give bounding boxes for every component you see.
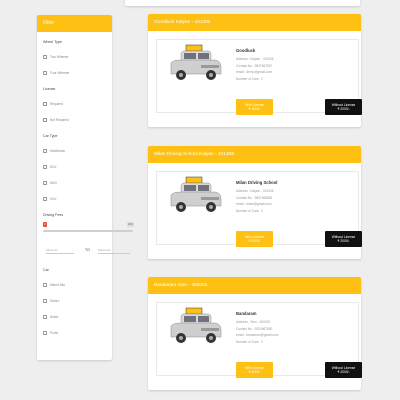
fees-range-min-handle[interactable]: 0 <box>43 222 47 227</box>
listing-info: Goodluck Address : Kalyan - 421306 Conta… <box>236 48 356 83</box>
school-name: Milan Driving School <box>236 180 278 185</box>
car-type-title: Car Type <box>43 134 58 138</box>
taxi-car-icon <box>170 307 222 343</box>
filter-panel: Filter Wheel Type Two Wheeler Four Wheel… <box>37 15 112 360</box>
contact-text: Contact No : 9837567547 <box>236 63 273 68</box>
listing-body: Bandaram Address : Sion - 400022 Contact… <box>156 302 362 378</box>
contact-text: Contact No : 9837568818 <box>236 195 273 200</box>
driving-fees-title: Driving Fees <box>43 213 64 217</box>
contact-text: Contact No : 9324567890 <box>236 326 273 331</box>
with-license-button[interactable]: With License ₹ 3000/- <box>236 362 273 378</box>
listing-info: Milan Driving School Address : Kalyan - … <box>236 180 356 215</box>
license-option-not-required[interactable]: Not Required <box>43 118 69 122</box>
listing-header: Goodluck Kalyan - 421306 <box>148 14 361 31</box>
car-option-nokia[interactable]: Nokia <box>43 315 58 319</box>
fees-max-input[interactable]: Maximum <box>98 246 130 254</box>
without-license-button[interactable]: Without License ₹ 2000/- <box>325 99 362 115</box>
listing-card: Milan Driving School Kalyan - 421306 Mil… <box>148 146 362 259</box>
license-title: License <box>43 87 56 91</box>
checkbox-icon[interactable] <box>43 315 47 319</box>
car-type-option-hatchback[interactable]: Hatchback <box>43 149 65 153</box>
checkbox-icon[interactable] <box>43 149 47 153</box>
school-name: Goodluck <box>236 48 256 53</box>
car-option-punto[interactable]: Punto <box>43 331 58 335</box>
checkbox-icon[interactable] <box>43 165 47 169</box>
email-text: email : demo@gmail.com <box>236 70 273 75</box>
wheel-option-four[interactable]: Four Wheeler <box>43 71 69 75</box>
fees-range-track[interactable] <box>43 230 133 232</box>
cars-count-text: Number of Cars : 3 <box>236 208 263 213</box>
cars-count-text: Number of Cars : 2 <box>236 339 263 344</box>
previous-card-edge <box>125 0 360 6</box>
without-license-button[interactable]: Without License ₹ 2000/- <box>325 362 362 378</box>
car-type-option-suv[interactable]: SUV <box>43 165 57 169</box>
taxi-car-icon <box>170 44 222 80</box>
listing-info: Bandaram Address : Sion - 400022 Contact… <box>236 311 356 346</box>
car-option-santro[interactable]: Santro <box>43 299 59 303</box>
car-type-option-xuv[interactable]: XUV <box>43 197 57 201</box>
email-text: email : bandaram@gmail.com <box>236 333 279 338</box>
checkbox-icon[interactable] <box>43 55 47 59</box>
with-license-button[interactable]: With License ₹ 3000/- <box>236 99 273 115</box>
license-option-required[interactable]: Required <box>43 102 63 106</box>
listing-card: Goodluck Kalyan - 421306 Goodluck Addres… <box>148 14 362 127</box>
listing-header: Bandaram Sion - 400022 <box>148 277 361 294</box>
without-license-button[interactable]: Without License ₹ 2000/- <box>325 231 362 247</box>
fees-min-input[interactable]: Minimum <box>46 246 74 254</box>
address-text: Address : Sion - 400022 <box>236 320 271 324</box>
checkbox-icon[interactable] <box>43 299 47 303</box>
checkbox-icon[interactable] <box>43 71 47 75</box>
checkbox-icon[interactable] <box>43 331 47 335</box>
checkbox-icon[interactable] <box>43 102 47 106</box>
checkbox-icon[interactable] <box>43 283 47 287</box>
checkbox-icon[interactable] <box>43 118 47 122</box>
listing-body: Milan Driving School Address : Kalyan - … <box>156 171 362 247</box>
cars-count-text: Number of Cars : 2 <box>236 76 263 81</box>
address-text: Address : Kalyan - 421306 <box>236 189 274 193</box>
car-option-maruti-alto[interactable]: Maruti Alto <box>43 283 65 287</box>
listing-header: Milan Driving School Kalyan - 421306 <box>148 146 361 163</box>
checkbox-icon[interactable] <box>43 197 47 201</box>
fees-to-label: TO <box>85 248 90 252</box>
listing-card: Bandaram Sion - 400022 Bandaram Address … <box>148 277 362 390</box>
car-type-option-muv[interactable]: MUV <box>43 181 57 185</box>
wheel-option-two[interactable]: Two Wheeler <box>43 55 69 59</box>
car-title: Car <box>43 268 49 272</box>
address-text: Address : Kalyan - 421306 <box>236 57 274 61</box>
listing-body: Goodluck Address : Kalyan - 421306 Conta… <box>156 39 362 115</box>
wheel-type-title: Wheel Type <box>43 40 62 44</box>
taxi-car-icon <box>170 176 222 212</box>
filter-title: Filter <box>37 15 112 32</box>
fees-range-max-handle[interactable]: 100 <box>127 222 134 227</box>
school-name: Bandaram <box>236 311 257 316</box>
email-text: email : milan@gmail.com <box>236 202 272 207</box>
with-license-button[interactable]: With License ₹ 2500/- <box>236 231 273 247</box>
checkbox-icon[interactable] <box>43 181 47 185</box>
